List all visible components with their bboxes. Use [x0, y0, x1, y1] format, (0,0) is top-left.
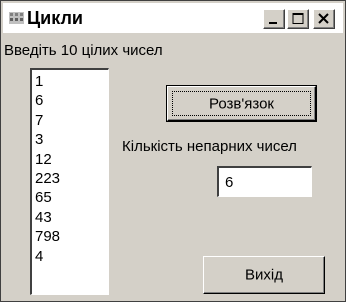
list-item[interactable]: 12 [35, 150, 108, 169]
list-item[interactable]: 65 [35, 188, 108, 207]
odd-count-field[interactable] [217, 166, 312, 197]
maximize-button[interactable] [287, 9, 309, 29]
minimize-icon [269, 22, 277, 24]
list-item[interactable]: 43 [35, 208, 108, 227]
list-item[interactable]: 798 [35, 227, 108, 246]
odd-count-label: Кількість непарних чисел [122, 138, 297, 155]
minimize-button[interactable] [263, 9, 285, 29]
solve-button-label: Розв'язок [209, 95, 274, 112]
exit-button-label: Вихід [245, 266, 283, 284]
list-item[interactable]: 7 [35, 111, 108, 130]
window-title: Цикли [27, 8, 83, 28]
list-item[interactable]: 4 [35, 247, 108, 266]
exit-button[interactable]: Вихід [203, 256, 325, 294]
list-item[interactable]: 3 [35, 130, 108, 149]
solve-button[interactable]: Розв'язок [166, 85, 317, 122]
app-window: Цикли Введіть 10 цілих чисел 1 6 7 3 12 223 65… [0, 0, 346, 302]
app-icon [9, 12, 24, 24]
list-item[interactable]: 1 [35, 72, 108, 91]
title-bar[interactable]: Цикли [3, 3, 343, 33]
maximize-icon [292, 13, 304, 24]
list-item[interactable]: 223 [35, 169, 108, 188]
list-item[interactable]: 6 [35, 91, 108, 110]
close-button[interactable] [313, 9, 335, 29]
close-icon [318, 13, 329, 24]
numbers-listbox[interactable]: 1 6 7 3 12 223 65 43 798 4 [30, 68, 109, 295]
prompt-label: Введіть 10 цілих чисел [4, 42, 163, 59]
